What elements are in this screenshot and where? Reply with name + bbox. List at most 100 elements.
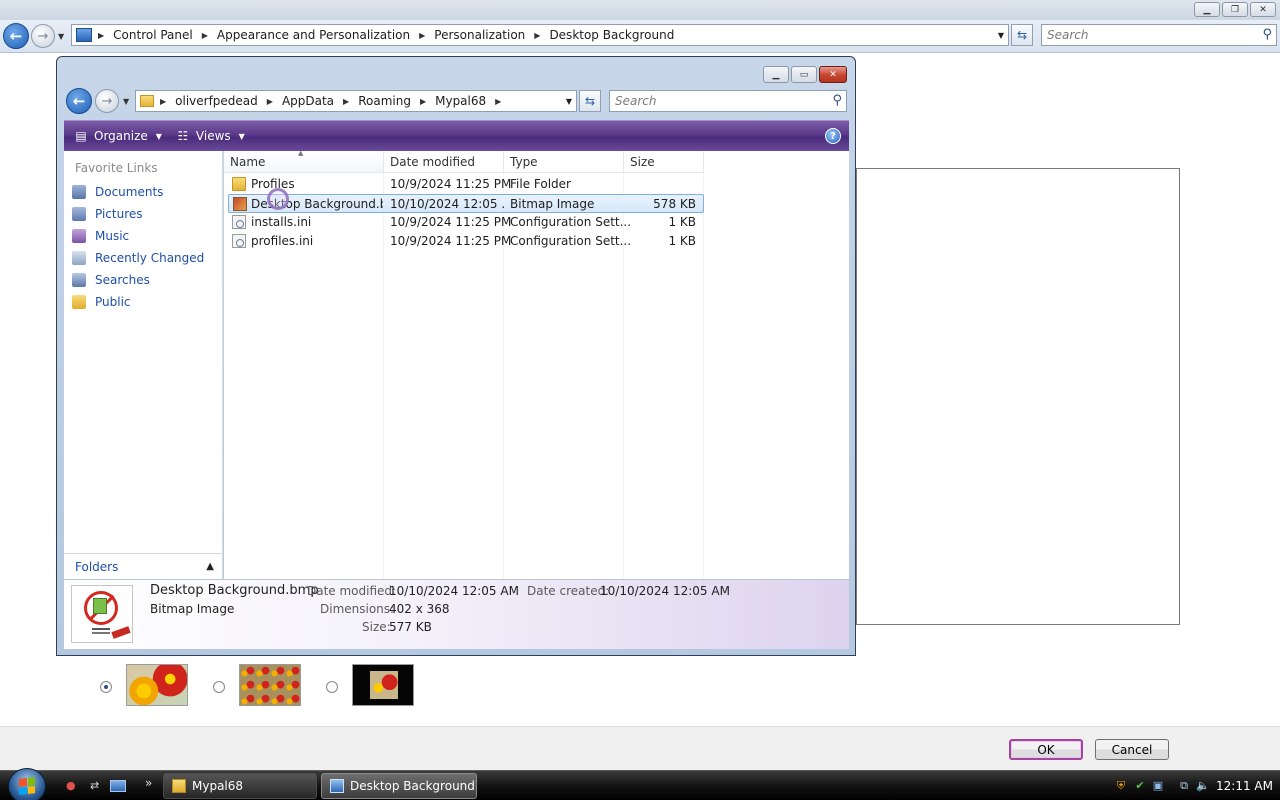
- dialog-close-button[interactable]: ✕: [819, 66, 847, 83]
- column-header-size[interactable]: Size: [624, 151, 704, 173]
- breadcrumb-user[interactable]: oliverfpedead: [172, 94, 261, 108]
- breadcrumb-separator[interactable]: ▶: [154, 97, 172, 106]
- breadcrumb-separator: ▶: [98, 30, 105, 40]
- organize-menu[interactable]: ▤ Organize ▼: [74, 129, 162, 143]
- position-fill-radio[interactable]: [100, 681, 112, 693]
- column-header-name[interactable]: ▲ Name: [224, 149, 384, 173]
- details-dimensions: 402 x 368: [389, 602, 450, 616]
- quick-launch-show-desktop-icon[interactable]: [110, 780, 126, 792]
- file-name: profiles.ini: [251, 234, 314, 248]
- file-date: 10/9/2024 11:25 PM: [390, 177, 512, 191]
- breadcrumb-separator[interactable]: ▶: [489, 97, 507, 106]
- control-panel-titlebar: ▁ ❐ ✕: [0, 0, 1280, 20]
- search-icon[interactable]: ⚲: [832, 93, 842, 108]
- breadcrumb-roaming[interactable]: Roaming: [355, 94, 414, 108]
- control-panel-icon: [76, 28, 92, 42]
- dialog-address-bar[interactable]: ▶ oliverfpedead ▶ AppData ▶ Roaming ▶ My…: [135, 90, 577, 112]
- close-button[interactable]: ✕: [1250, 2, 1276, 17]
- forward-button[interactable]: →: [31, 24, 55, 48]
- search-icon[interactable]: ⚲: [1262, 27, 1272, 42]
- position-tile-radio[interactable]: [213, 681, 225, 693]
- breadcrumb-personalization[interactable]: Personalization: [431, 28, 528, 42]
- file-row-profiles-ini[interactable]: profiles.ini 10/9/2024 11:25 PM Configur…: [228, 232, 704, 251]
- dialog-minimize-button[interactable]: ▁: [763, 66, 789, 83]
- favorite-pictures[interactable]: Pictures: [72, 203, 204, 225]
- refresh-button[interactable]: ⇆: [1011, 24, 1033, 46]
- network-icon[interactable]: ▣: [1151, 779, 1165, 793]
- folder-icon: [140, 95, 154, 107]
- breadcrumb-mypal68[interactable]: Mypal68: [432, 94, 489, 108]
- file-size: 1 KB: [668, 234, 696, 248]
- dialog-recent-dropdown[interactable]: ▼: [123, 97, 129, 106]
- organize-label: Organize: [94, 129, 148, 143]
- dialog-address-dropdown[interactable]: ▼: [566, 97, 572, 106]
- details-date-created: 10/10/2024 12:05 AM: [600, 584, 730, 598]
- start-button[interactable]: [8, 768, 46, 800]
- file-preview-thumbnail: [71, 585, 133, 643]
- ok-button[interactable]: OK: [1009, 739, 1083, 760]
- dialog-maximize-button[interactable]: ▭: [791, 66, 817, 83]
- recent-pages-dropdown[interactable]: ▼: [58, 32, 64, 41]
- back-button[interactable]: ←: [3, 23, 29, 49]
- network-connections-icon[interactable]: ⧉: [1177, 779, 1191, 793]
- address-dropdown[interactable]: ▼: [998, 31, 1004, 40]
- quick-launch-overflow-icon[interactable]: »: [145, 776, 152, 790]
- searches-icon: [72, 273, 86, 287]
- file-row-profiles[interactable]: Profiles 10/9/2024 11:25 PM File Folder: [228, 175, 704, 194]
- position-center-thumbnail[interactable]: [352, 664, 414, 706]
- security-shield-icon[interactable]: ⛨: [1114, 779, 1128, 793]
- details-pane: Desktop Background.bmp Bitmap Image Date…: [64, 579, 849, 649]
- file-row-desktop-background[interactable]: Desktop Background.b... 10/10/2024 12:05…: [228, 194, 704, 213]
- quick-launch-switch-windows-icon[interactable]: ⇄: [90, 779, 99, 792]
- favorite-documents[interactable]: Documents: [72, 181, 204, 203]
- favorite-label: Searches: [95, 273, 150, 287]
- task-label: Desktop Background: [350, 779, 475, 793]
- minimize-button[interactable]: ▁: [1194, 2, 1220, 17]
- breadcrumb-desktop-background[interactable]: Desktop Background: [546, 28, 677, 42]
- navigation-pane: Favorite Links Documents Pictures Music …: [64, 151, 223, 579]
- settings-file-icon: [232, 215, 246, 229]
- file-row-installs-ini[interactable]: installs.ini 10/9/2024 11:25 PM Configur…: [228, 213, 704, 232]
- task-desktop-background[interactable]: Desktop Background: [321, 773, 477, 799]
- column-header-type[interactable]: Type: [504, 151, 624, 173]
- position-center-radio[interactable]: [326, 681, 338, 693]
- views-menu[interactable]: ☷ Views ▼: [176, 129, 245, 143]
- address-bar[interactable]: ▶ Control Panel ▶ Appearance and Persona…: [71, 24, 1009, 46]
- quick-launch-opera-icon[interactable]: ●: [66, 779, 76, 792]
- windows-logo-icon: [19, 777, 35, 795]
- search-input[interactable]: Search ⚲: [1041, 24, 1277, 46]
- recently-changed-icon: [72, 251, 86, 265]
- folders-toggle[interactable]: Folders ▲: [64, 553, 222, 579]
- dialog-back-button[interactable]: ←: [66, 88, 92, 114]
- dialog-refresh-button[interactable]: ⇆: [579, 90, 601, 112]
- favorite-recently-changed[interactable]: Recently Changed: [72, 247, 204, 269]
- public-folder-icon: [72, 295, 86, 309]
- breadcrumb-control-panel[interactable]: Control Panel: [110, 28, 196, 42]
- favorite-links-title: Favorite Links: [75, 161, 158, 175]
- dialog-forward-button[interactable]: →: [95, 89, 119, 113]
- favorite-public[interactable]: Public: [72, 291, 204, 313]
- position-tile-thumbnail[interactable]: [239, 664, 301, 706]
- breadcrumb-separator[interactable]: ▶: [261, 97, 279, 106]
- file-type: Bitmap Image: [510, 197, 595, 211]
- column-header-date[interactable]: Date modified: [384, 151, 504, 173]
- breadcrumb-appdata[interactable]: AppData: [279, 94, 337, 108]
- maximize-button[interactable]: ❐: [1222, 2, 1248, 17]
- dialog-search-input[interactable]: Search ⚲: [609, 90, 847, 112]
- breadcrumb-separator[interactable]: ▶: [413, 31, 431, 40]
- safely-remove-hardware-icon[interactable]: ✔: [1133, 779, 1147, 793]
- favorite-music[interactable]: Music: [72, 225, 204, 247]
- clock[interactable]: 12:11 AM: [1216, 779, 1273, 793]
- file-date: 10/9/2024 11:25 PM: [390, 215, 512, 229]
- breadcrumb-appearance[interactable]: Appearance and Personalization: [214, 28, 413, 42]
- breadcrumb-separator[interactable]: ▶: [196, 31, 214, 40]
- volume-muted-icon[interactable]: 🔈: [1196, 779, 1210, 793]
- favorite-searches[interactable]: Searches: [72, 269, 204, 291]
- breadcrumb-separator[interactable]: ▶: [337, 97, 355, 106]
- breadcrumb-separator[interactable]: ▶: [414, 97, 432, 106]
- cancel-button[interactable]: Cancel: [1095, 739, 1169, 760]
- help-icon[interactable]: ?: [825, 128, 841, 144]
- position-fill-thumbnail[interactable]: [126, 664, 188, 706]
- breadcrumb-separator[interactable]: ▶: [528, 31, 546, 40]
- task-mypal68[interactable]: Mypal68: [163, 773, 317, 799]
